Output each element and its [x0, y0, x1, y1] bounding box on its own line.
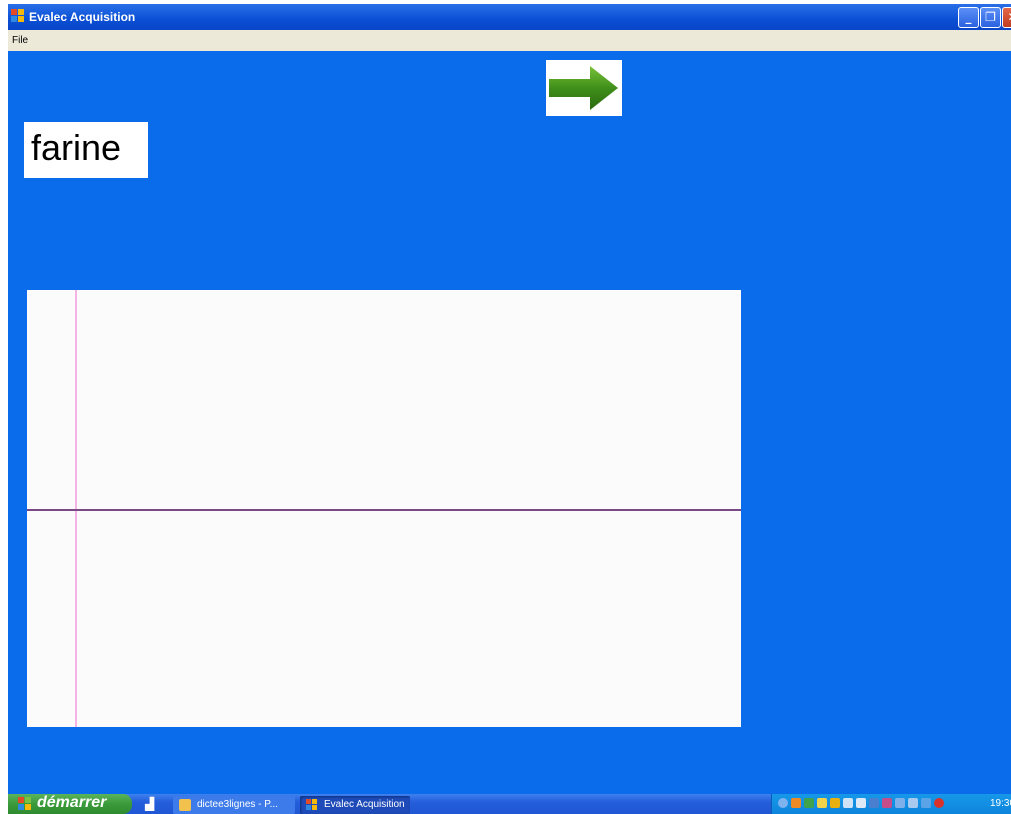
task-label: dictee3lignes - P... [197, 799, 278, 810]
title-bar[interactable]: Evalec Acquisition _ ❐ ✕ [8, 4, 1011, 30]
tray-screen-icon[interactable] [908, 798, 918, 808]
tray-icons [778, 798, 978, 810]
task-evalec-acquisition[interactable]: Evalec Acquisition [300, 796, 410, 814]
menu-file[interactable]: File [12, 35, 28, 46]
restore-button[interactable]: ❐ [980, 7, 1001, 28]
tray-device-icon[interactable] [882, 798, 892, 808]
document-icon [179, 799, 191, 811]
task-label: Evalec Acquisition [324, 799, 405, 810]
dictated-word: farine [24, 122, 148, 178]
show-desktop-icon[interactable]: ▟ [145, 797, 161, 811]
next-button[interactable] [546, 60, 622, 116]
window-title: Evalec Acquisition [29, 10, 136, 24]
base-line [27, 509, 741, 511]
tray-volume-icon[interactable] [856, 798, 866, 808]
task-dictee3lignes[interactable]: dictee3lignes - P... [173, 796, 295, 814]
windows-flag-icon [18, 797, 32, 811]
app-window: Evalec Acquisition _ ❐ ✕ File farine [8, 4, 1011, 794]
app-icon [11, 9, 25, 23]
clock: 19:30 [990, 798, 1011, 809]
minimize-button[interactable]: _ [958, 7, 979, 28]
tray-sync-icon[interactable] [921, 798, 931, 808]
start-label: démarrer [37, 794, 107, 811]
tray-bluetooth-icon[interactable] [869, 798, 879, 808]
system-tray: 19:30 [771, 794, 1011, 814]
tray-monitor-icon[interactable] [843, 798, 853, 808]
tray-back-icon[interactable] [778, 798, 788, 808]
arrow-right-icon [549, 66, 618, 110]
tray-search-icon[interactable] [817, 798, 827, 808]
close-button[interactable]: ✕ [1002, 7, 1011, 28]
tray-app-icon[interactable] [791, 798, 801, 808]
writing-area[interactable] [27, 290, 741, 727]
tray-antivirus-icon[interactable] [934, 798, 944, 808]
menu-bar: File [8, 30, 1011, 51]
app-icon [306, 799, 318, 811]
tray-network-icon[interactable] [804, 798, 814, 808]
tray-help-icon[interactable] [895, 798, 905, 808]
start-button[interactable]: démarrer [8, 794, 132, 814]
taskbar: démarrer ▟ dictee3lignes - P... Evalec A… [8, 794, 1011, 814]
tray-shield-icon[interactable] [830, 798, 840, 808]
